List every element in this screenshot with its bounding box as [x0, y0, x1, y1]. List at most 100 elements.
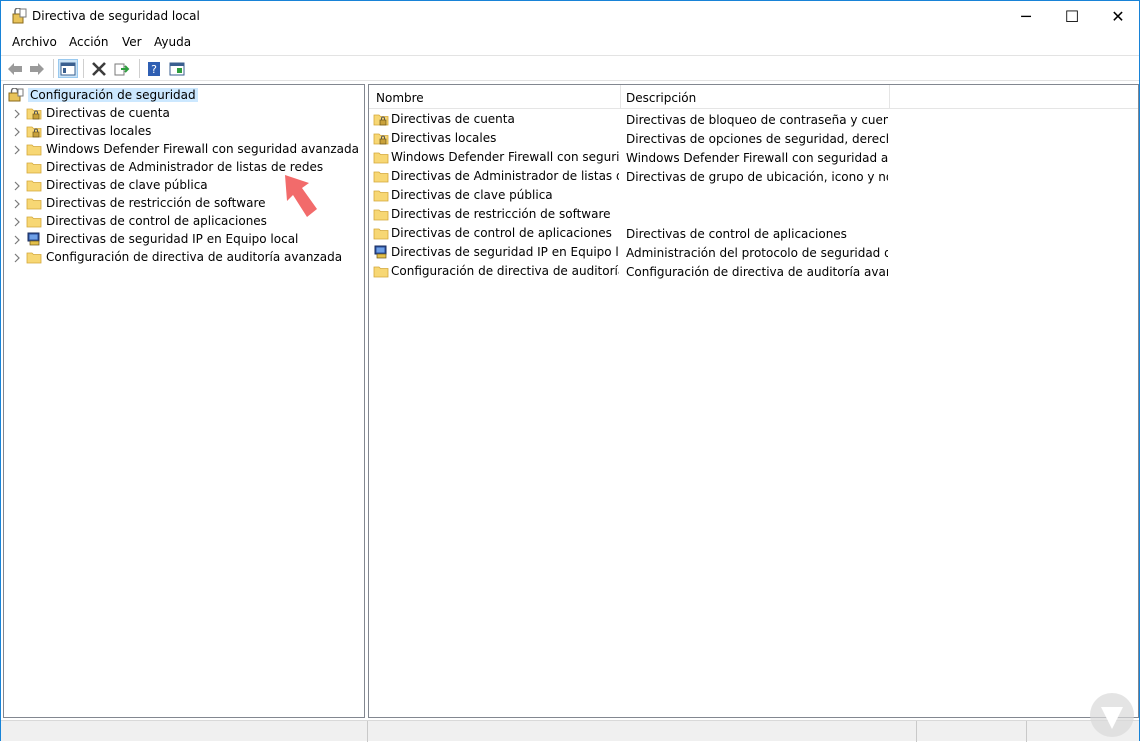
tree-item-label: Directivas de Administrador de listas de… — [46, 160, 324, 174]
tree-item-label: Directivas de control de aplicaciones — [46, 214, 267, 228]
column-header-nombre[interactable]: Nombre — [376, 91, 424, 105]
list-header: Nombre Descripción — [369, 85, 1138, 109]
chevron-right-icon[interactable] — [12, 108, 22, 119]
close-button[interactable]: ✕ — [1095, 1, 1140, 31]
tree-item[interactable]: Directivas de cuenta — [4, 104, 364, 122]
site-watermark-logo — [1090, 693, 1134, 737]
list-item[interactable]: Windows Defender Firewall con segurida..… — [373, 148, 1133, 167]
tree-item-label: Directivas de seguridad IP en Equipo loc… — [46, 232, 299, 246]
chevron-right-icon[interactable] — [12, 198, 22, 209]
back-icon[interactable] — [5, 59, 25, 78]
status-divider — [367, 721, 368, 742]
locked-folder-icon — [373, 112, 389, 126]
list-item-name: Directivas locales — [373, 131, 619, 145]
menu-ayuda[interactable]: Ayuda — [154, 35, 191, 49]
list-item[interactable]: Directivas de seguridad IP en Equipo loc… — [373, 243, 1133, 262]
tree-item[interactable]: Directivas de seguridad IP en Equipo loc… — [4, 230, 364, 248]
minimize-button[interactable]: ─ — [1003, 1, 1049, 31]
maximize-button[interactable]: ☐ — [1049, 1, 1095, 31]
menu-bar: Archivo Acción Ver Ayuda — [1, 32, 1139, 54]
list-item-name-text: Directivas de clave pública — [391, 188, 553, 202]
list-item[interactable]: Directivas de control de aplicaciones Dir… — [373, 224, 1133, 243]
list-item-name-text: Windows Defender Firewall con segurida..… — [391, 150, 619, 164]
list-item-description: Windows Defender Firewall con seguridad … — [626, 151, 888, 165]
toolbar-separator — [139, 59, 140, 78]
toolbar-separator — [83, 59, 84, 78]
ip-security-icon — [373, 245, 389, 259]
folder-icon — [26, 160, 42, 174]
app-window: Directiva de seguridad local ─ ☐ ✕ Archi… — [0, 0, 1140, 742]
list-item-name: Directivas de control de aplicaciones — [373, 226, 619, 240]
list-item-name-text: Directivas de seguridad IP en Equipo loc… — [391, 245, 619, 259]
list-item-name: Directivas de clave pública — [373, 188, 619, 202]
list-item[interactable]: Directivas de clave pública — [373, 186, 1133, 205]
delete-icon[interactable] — [89, 59, 109, 78]
folder-icon — [26, 214, 42, 228]
tree-item-label: Directivas de cuenta — [46, 106, 170, 120]
folder-icon — [373, 226, 389, 240]
folder-icon — [373, 150, 389, 164]
tree-item[interactable]: Directivas locales — [4, 122, 364, 140]
chevron-right-icon[interactable] — [12, 180, 22, 191]
list-item-name-text: Directivas de cuenta — [391, 112, 515, 126]
folder-icon — [26, 178, 42, 192]
list-item-name-text: Configuración de directiva de auditoría … — [391, 264, 619, 278]
status-divider — [1026, 721, 1027, 742]
show-hide-tree-icon[interactable] — [58, 59, 78, 78]
list-item-description: Configuración de directiva de auditoría … — [626, 265, 888, 279]
list-item-name: Directivas de Administrador de listas de… — [373, 169, 619, 183]
help-icon[interactable]: ? — [144, 59, 164, 78]
tree-item-label: Directivas locales — [46, 124, 152, 138]
list-item-description: Directivas de grupo de ubicación, icono … — [626, 170, 888, 184]
list-item-name: Directivas de seguridad IP en Equipo loc… — [373, 245, 619, 259]
properties-icon[interactable] — [167, 59, 187, 78]
tree-item-label: Directivas de clave pública — [46, 178, 208, 192]
security-policy-icon — [11, 7, 27, 24]
forward-icon[interactable] — [27, 59, 47, 78]
window-title: Directiva de seguridad local — [32, 9, 200, 23]
folder-icon — [373, 207, 389, 221]
chevron-right-icon[interactable] — [12, 144, 22, 155]
list-item-name-text: Directivas de control de aplicaciones — [391, 226, 612, 240]
list-item[interactable]: Directivas de restricción de software — [373, 205, 1133, 224]
menu-archivo[interactable]: Archivo — [12, 35, 57, 49]
list-item-name-text: Directivas de Administrador de listas de… — [391, 169, 619, 183]
tree-root[interactable]: Configuración de seguridad — [4, 86, 364, 104]
chevron-right-icon[interactable] — [12, 126, 22, 137]
status-divider — [916, 721, 917, 742]
column-header-descripcion[interactable]: Descripción — [626, 91, 696, 105]
tree-item[interactable]: Configuración de directiva de auditoría … — [4, 248, 364, 266]
list-item[interactable]: Configuración de directiva de auditoría … — [373, 262, 1133, 281]
chevron-right-icon[interactable] — [12, 234, 22, 245]
export-list-icon[interactable] — [112, 59, 132, 78]
details-pane[interactable]: Nombre Descripción Directivas de cuenta D… — [368, 84, 1139, 718]
list-item-name: Directivas de cuenta — [373, 112, 619, 126]
toolbar-separator — [53, 59, 54, 78]
annotation-arrow-icon — [285, 175, 317, 217]
svg-text:?: ? — [151, 63, 157, 76]
menu-ver[interactable]: Ver — [122, 35, 142, 49]
title-bar[interactable]: Directiva de seguridad local ─ ☐ ✕ — [1, 1, 1139, 31]
column-divider[interactable] — [889, 85, 890, 109]
tree-root-label: Configuración de seguridad — [28, 88, 198, 102]
tree-item-label: Directivas de restricción de software — [46, 196, 266, 210]
locked-folder-icon — [26, 124, 42, 138]
list-item[interactable]: Directivas de Administrador de listas de… — [373, 167, 1133, 186]
locked-folder-icon — [373, 131, 389, 145]
list-item-name-text: Directivas locales — [391, 131, 497, 145]
list-item-description: Administración del protocolo de segurida… — [626, 246, 888, 260]
list-item[interactable]: Directivas locales Directivas de opciones… — [373, 129, 1133, 148]
list-item-name: Configuración de directiva de auditoría … — [373, 264, 619, 278]
folder-icon — [26, 250, 42, 264]
menu-accion[interactable]: Acción — [69, 35, 108, 49]
column-divider[interactable] — [620, 85, 621, 109]
toolbar: ? — [1, 55, 1139, 81]
list-item[interactable]: Directivas de cuenta Directivas de bloque… — [373, 110, 1133, 129]
tree-item-label: Windows Defender Firewall con seguridad … — [46, 142, 359, 156]
chevron-right-icon[interactable] — [12, 252, 22, 263]
tree-item-label: Configuración de directiva de auditoría … — [46, 250, 343, 264]
tree-item[interactable]: Windows Defender Firewall con seguridad … — [4, 140, 364, 158]
folder-icon — [373, 264, 389, 278]
chevron-right-icon[interactable] — [12, 216, 22, 227]
